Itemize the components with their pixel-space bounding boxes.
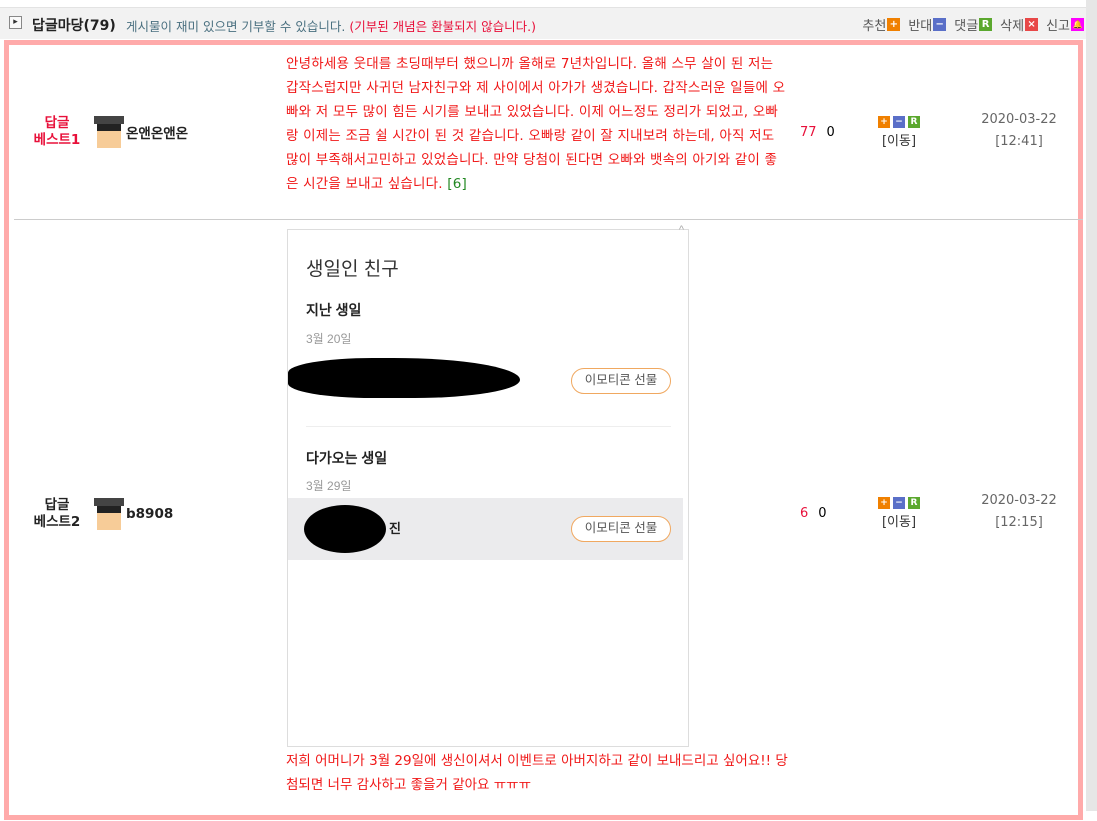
reply-icon: R — [979, 18, 993, 31]
gift-button: 이모티콘 선물 — [571, 516, 671, 542]
rank-line: 답글 — [44, 115, 70, 131]
rank-line: 베스트2 — [33, 514, 81, 530]
date: 2020-03-22 — [981, 493, 1057, 508]
oppose-button[interactable]: − — [893, 497, 905, 509]
downvote-count: 0 — [818, 506, 827, 521]
upcoming-birthday-label: 다가오는 생일 — [306, 450, 388, 466]
upvote-count: 6 — [800, 506, 809, 521]
legend-oppose: 반대 − — [908, 15, 947, 34]
legend-report: 신고 🔔 — [1046, 15, 1084, 34]
notice-text: 게시물이 재미 있으면 기부할 수 있습니다. — [126, 19, 346, 34]
birthday-screenshot-image: ^ 생일인 친구 지난 생일 3월 20일 이모티콘 선물 다가오는 생일 3월… — [287, 224, 689, 747]
rank-label: 답글 베스트1 — [22, 115, 92, 149]
collapse-icon: ^ — [678, 224, 684, 236]
minus-icon: − — [933, 18, 947, 31]
delete-icon: × — [1025, 18, 1039, 31]
legend-delete: 삭제 × — [1000, 15, 1039, 34]
reply-actions: + − R [이동] — [869, 116, 929, 149]
legend-label: 신고 — [1046, 19, 1070, 34]
scrollbar[interactable] — [1086, 0, 1097, 811]
reply-content: 안녕하세용 웃대를 초딩때부터 했으니까 올해로 7년차입니다. 올해 스무 살… — [286, 52, 786, 196]
author[interactable]: 온앤온앤온 — [94, 116, 188, 148]
reply-button[interactable]: R — [908, 116, 920, 128]
rank-line: 답글 — [44, 497, 70, 513]
reply-row: 답글 베스트1 온앤온앤온 안녕하세용 웃대를 초딩때부터 했으니까 올해로 7년… — [14, 50, 1083, 220]
vote-counts: 60 — [800, 506, 827, 521]
username[interactable]: b8908 — [126, 506, 173, 522]
time: [12:15] — [995, 515, 1043, 530]
plus-icon: + — [887, 18, 901, 31]
reply-header: ▸ 답글마당(79) 게시물이 재미 있으면 기부할 수 있습니다. (기부된 … — [0, 7, 1086, 39]
avatar — [94, 498, 124, 530]
legend-label: 삭제 — [1000, 19, 1025, 34]
siren-icon: 🔔 — [1071, 18, 1084, 31]
reply-text: 안녕하세용 웃대를 초딩때부터 했으니까 올해로 7년차입니다. 올해 스무 살… — [286, 56, 786, 192]
move-link[interactable]: [이동] — [869, 511, 929, 530]
move-link[interactable]: [이동] — [869, 130, 929, 149]
refund-warning: (기부된 개념은 환불되지 않습니다.) — [349, 19, 536, 34]
rank-line: 베스트1 — [33, 132, 81, 148]
best-replies-box: 답글 베스트1 온앤온앤온 안녕하세용 웃대를 초딩때부터 했으니까 올해로 7년… — [4, 40, 1083, 820]
redaction — [288, 358, 520, 398]
past-date: 3월 20일 — [306, 332, 352, 346]
recommend-button[interactable]: + — [878, 497, 890, 509]
section-title: 답글마당(79) — [32, 18, 116, 34]
username[interactable]: 온앤온앤온 — [126, 122, 188, 142]
image-title: 생일인 친구 — [306, 259, 399, 280]
action-legend: 추천 + 반대 − 댓글 R 삭제 × 신고 🔔 — [862, 15, 1084, 34]
legend-label: 추천 — [862, 19, 887, 34]
recommend-button[interactable]: + — [878, 116, 890, 128]
reply-button[interactable]: R — [908, 497, 920, 509]
oppose-button[interactable]: − — [893, 116, 905, 128]
date: 2020-03-22 — [981, 112, 1057, 127]
legend-label: 반대 — [908, 19, 933, 34]
time: [12:41] — [995, 134, 1043, 149]
legend-reply: 댓글 R — [954, 15, 993, 34]
rank-label: 답글 베스트2 — [22, 497, 92, 531]
friend-name: 진 — [389, 521, 401, 536]
author[interactable]: b8908 — [94, 498, 173, 530]
comment-count[interactable]: [6] — [447, 176, 467, 192]
post-date: 2020-03-22 [12:15] — [969, 490, 1069, 534]
avatar — [94, 116, 124, 148]
upcoming-date: 3월 29일 — [306, 479, 352, 493]
downvote-count: 0 — [826, 125, 835, 140]
gift-button: 이모티콘 선물 — [571, 368, 671, 394]
legend-label: 댓글 — [954, 19, 979, 34]
legend-recommend: 추천 + — [862, 15, 901, 34]
past-birthday-label: 지난 생일 — [306, 302, 362, 318]
post-date: 2020-03-22 [12:41] — [969, 109, 1069, 153]
upvote-count: 77 — [800, 125, 817, 140]
reply-text: 저희 어머니가 3월 29일에 생신이셔서 이벤트로 아버지하고 같이 보내드리… — [286, 753, 788, 793]
reply-row: 답글 베스트2 b8908 ^ 생일인 친구 지난 생일 3월 20일 이모티콘 … — [14, 221, 1083, 821]
donation-notice: 게시물이 재미 있으면 기부할 수 있습니다. (기부된 개념은 환불되지 않습… — [126, 16, 536, 35]
redaction — [304, 505, 386, 553]
reply-actions: + − R [이동] — [869, 497, 929, 530]
expand-icon[interactable]: ▸ — [9, 16, 22, 29]
vote-counts: 77 0 — [800, 125, 835, 140]
